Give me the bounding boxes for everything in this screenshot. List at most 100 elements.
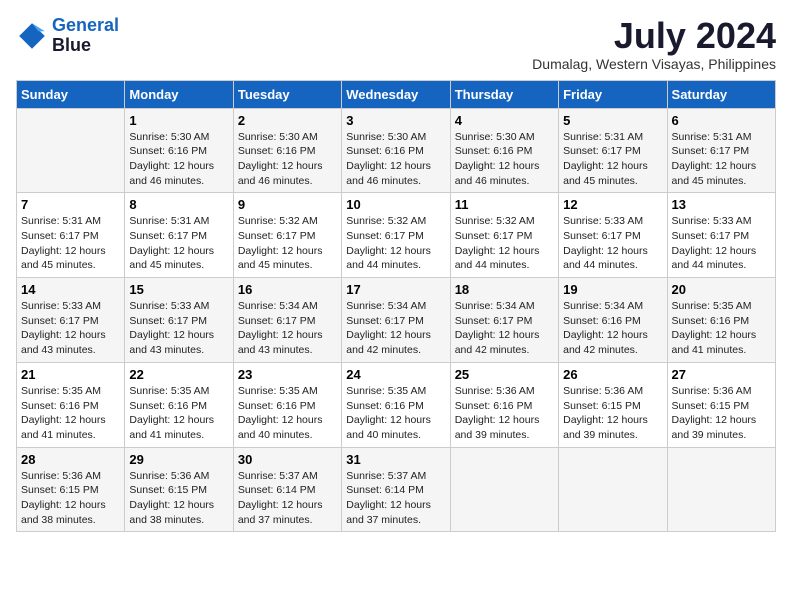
- day-number: 7: [21, 197, 120, 212]
- day-number: 5: [563, 113, 662, 128]
- calendar-cell: 5 Sunrise: 5:31 AMSunset: 6:17 PMDaylight…: [559, 108, 667, 193]
- calendar-cell: 15Sunrise: 5:33 AMSunset: 6:17 PMDayligh…: [125, 278, 233, 363]
- day-info: Sunrise: 5:35 AMSunset: 6:16 PMDaylight:…: [21, 384, 120, 443]
- calendar-cell: 28 Sunrise: 5:36 AMSunset: 6:15 PMDayligh…: [17, 447, 125, 532]
- day-number: 11: [455, 197, 554, 212]
- day-info: Sunrise: 5:33 AMSunset: 6:17 PMDaylight:…: [672, 214, 771, 273]
- calendar-cell: 6 Sunrise: 5:31 AMSunset: 6:17 PMDaylight…: [667, 108, 775, 193]
- day-info: Sunrise: 5:34 AMSunset: 6:17 PMDaylight:…: [238, 299, 337, 358]
- header-cell-thursday: Thursday: [450, 80, 558, 108]
- calendar-cell: [559, 447, 667, 532]
- week-row-5: 28 Sunrise: 5:36 AMSunset: 6:15 PMDayligh…: [17, 447, 776, 532]
- day-info: Sunrise: 5:31 AMSunset: 6:17 PMDaylight:…: [563, 130, 662, 189]
- day-info: Sunrise: 5:30 AMSunset: 6:16 PMDaylight:…: [455, 130, 554, 189]
- calendar-cell: 3 Sunrise: 5:30 AMSunset: 6:16 PMDaylight…: [342, 108, 450, 193]
- day-info: Sunrise: 5:32 AMSunset: 6:17 PMDaylight:…: [346, 214, 445, 273]
- calendar-table: SundayMondayTuesdayWednesdayThursdayFrid…: [16, 80, 776, 533]
- day-number: 26: [563, 367, 662, 382]
- day-info: Sunrise: 5:36 AMSunset: 6:15 PMDaylight:…: [129, 469, 228, 528]
- day-info: Sunrise: 5:33 AMSunset: 6:17 PMDaylight:…: [129, 299, 228, 358]
- day-info: Sunrise: 5:36 AMSunset: 6:16 PMDaylight:…: [455, 384, 554, 443]
- day-info: Sunrise: 5:32 AMSunset: 6:17 PMDaylight:…: [238, 214, 337, 273]
- day-info: Sunrise: 5:30 AMSunset: 6:16 PMDaylight:…: [346, 130, 445, 189]
- day-number: 4: [455, 113, 554, 128]
- day-info: Sunrise: 5:34 AMSunset: 6:16 PMDaylight:…: [563, 299, 662, 358]
- calendar-cell: 2 Sunrise: 5:30 AMSunset: 6:16 PMDaylight…: [233, 108, 341, 193]
- header-cell-monday: Monday: [125, 80, 233, 108]
- day-number: 9: [238, 197, 337, 212]
- day-number: 28: [21, 452, 120, 467]
- calendar-cell: 8 Sunrise: 5:31 AMSunset: 6:17 PMDaylight…: [125, 193, 233, 278]
- calendar-cell: 18Sunrise: 5:34 AMSunset: 6:17 PMDayligh…: [450, 278, 558, 363]
- day-info: Sunrise: 5:35 AMSunset: 6:16 PMDaylight:…: [238, 384, 337, 443]
- day-number: 17: [346, 282, 445, 297]
- day-number: 2: [238, 113, 337, 128]
- day-number: 12: [563, 197, 662, 212]
- calendar-cell: [17, 108, 125, 193]
- logo-line2: Blue: [52, 36, 119, 56]
- day-info: Sunrise: 5:34 AMSunset: 6:17 PMDaylight:…: [455, 299, 554, 358]
- day-info: Sunrise: 5:36 AMSunset: 6:15 PMDaylight:…: [672, 384, 771, 443]
- logo-icon: [16, 20, 48, 52]
- day-info: Sunrise: 5:30 AMSunset: 6:16 PMDaylight:…: [238, 130, 337, 189]
- location-text: Dumalag, Western Visayas, Philippines: [532, 56, 776, 72]
- day-info: Sunrise: 5:36 AMSunset: 6:15 PMDaylight:…: [563, 384, 662, 443]
- calendar-cell: 22 Sunrise: 5:35 AMSunset: 6:16 PMDayligh…: [125, 362, 233, 447]
- month-year-title: July 2024: [532, 16, 776, 56]
- calendar-cell: 26 Sunrise: 5:36 AMSunset: 6:15 PMDayligh…: [559, 362, 667, 447]
- calendar-cell: 16Sunrise: 5:34 AMSunset: 6:17 PMDayligh…: [233, 278, 341, 363]
- day-info: Sunrise: 5:31 AMSunset: 6:17 PMDaylight:…: [672, 130, 771, 189]
- day-number: 31: [346, 452, 445, 467]
- day-number: 14: [21, 282, 120, 297]
- calendar-cell: 9 Sunrise: 5:32 AMSunset: 6:17 PMDaylight…: [233, 193, 341, 278]
- header-cell-saturday: Saturday: [667, 80, 775, 108]
- day-info: Sunrise: 5:32 AMSunset: 6:17 PMDaylight:…: [455, 214, 554, 273]
- day-info: Sunrise: 5:33 AMSunset: 6:17 PMDaylight:…: [21, 299, 120, 358]
- day-number: 22: [129, 367, 228, 382]
- calendar-cell: 23Sunrise: 5:35 AMSunset: 6:16 PMDayligh…: [233, 362, 341, 447]
- day-info: Sunrise: 5:31 AMSunset: 6:17 PMDaylight:…: [129, 214, 228, 273]
- day-info: Sunrise: 5:35 AMSunset: 6:16 PMDaylight:…: [346, 384, 445, 443]
- day-number: 3: [346, 113, 445, 128]
- calendar-cell: 14 Sunrise: 5:33 AMSunset: 6:17 PMDayligh…: [17, 278, 125, 363]
- day-info: Sunrise: 5:30 AMSunset: 6:16 PMDaylight:…: [129, 130, 228, 189]
- calendar-cell: 21 Sunrise: 5:35 AMSunset: 6:16 PMDayligh…: [17, 362, 125, 447]
- header-cell-tuesday: Tuesday: [233, 80, 341, 108]
- day-number: 24: [346, 367, 445, 382]
- day-number: 8: [129, 197, 228, 212]
- calendar-cell: 30Sunrise: 5:37 AMSunset: 6:14 PMDayligh…: [233, 447, 341, 532]
- day-number: 10: [346, 197, 445, 212]
- day-number: 25: [455, 367, 554, 382]
- day-number: 30: [238, 452, 337, 467]
- week-row-4: 21 Sunrise: 5:35 AMSunset: 6:16 PMDayligh…: [17, 362, 776, 447]
- calendar-cell: 31Sunrise: 5:37 AMSunset: 6:14 PMDayligh…: [342, 447, 450, 532]
- day-number: 19: [563, 282, 662, 297]
- day-number: 27: [672, 367, 771, 382]
- calendar-cell: 7Sunrise: 5:31 AMSunset: 6:17 PMDaylight…: [17, 193, 125, 278]
- calendar-header: SundayMondayTuesdayWednesdayThursdayFrid…: [17, 80, 776, 108]
- calendar-cell: 29Sunrise: 5:36 AMSunset: 6:15 PMDayligh…: [125, 447, 233, 532]
- day-info: Sunrise: 5:35 AMSunset: 6:16 PMDaylight:…: [129, 384, 228, 443]
- calendar-cell: [667, 447, 775, 532]
- calendar-cell: 19 Sunrise: 5:34 AMSunset: 6:16 PMDayligh…: [559, 278, 667, 363]
- day-number: 6: [672, 113, 771, 128]
- week-row-2: 7 Sunrise: 5:31 AMSunset: 6:17 PMDaylight…: [17, 193, 776, 278]
- title-section: July 2024 Dumalag, Western Visayas, Phil…: [532, 16, 776, 72]
- header-cell-friday: Friday: [559, 80, 667, 108]
- page-header: General Blue July 2024 Dumalag, Western …: [16, 16, 776, 72]
- header-cell-wednesday: Wednesday: [342, 80, 450, 108]
- calendar-cell: 10 Sunrise: 5:32 AMSunset: 6:17 PMDayligh…: [342, 193, 450, 278]
- week-row-1: 1Sunrise: 5:30 AMSunset: 6:16 PMDaylight…: [17, 108, 776, 193]
- day-info: Sunrise: 5:33 AMSunset: 6:17 PMDaylight:…: [563, 214, 662, 273]
- calendar-cell: 17 Sunrise: 5:34 AMSunset: 6:17 PMDayligh…: [342, 278, 450, 363]
- logo: General Blue: [16, 16, 119, 56]
- day-number: 13: [672, 197, 771, 212]
- day-info: Sunrise: 5:36 AMSunset: 6:15 PMDaylight:…: [21, 469, 120, 528]
- calendar-cell: 4 Sunrise: 5:30 AMSunset: 6:16 PMDaylight…: [450, 108, 558, 193]
- logo-line1: General: [52, 15, 119, 35]
- day-info: Sunrise: 5:34 AMSunset: 6:17 PMDaylight:…: [346, 299, 445, 358]
- calendar-cell: 20Sunrise: 5:35 AMSunset: 6:16 PMDayligh…: [667, 278, 775, 363]
- day-number: 21: [21, 367, 120, 382]
- calendar-body: 1Sunrise: 5:30 AMSunset: 6:16 PMDaylight…: [17, 108, 776, 532]
- calendar-cell: 25 Sunrise: 5:36 AMSunset: 6:16 PMDayligh…: [450, 362, 558, 447]
